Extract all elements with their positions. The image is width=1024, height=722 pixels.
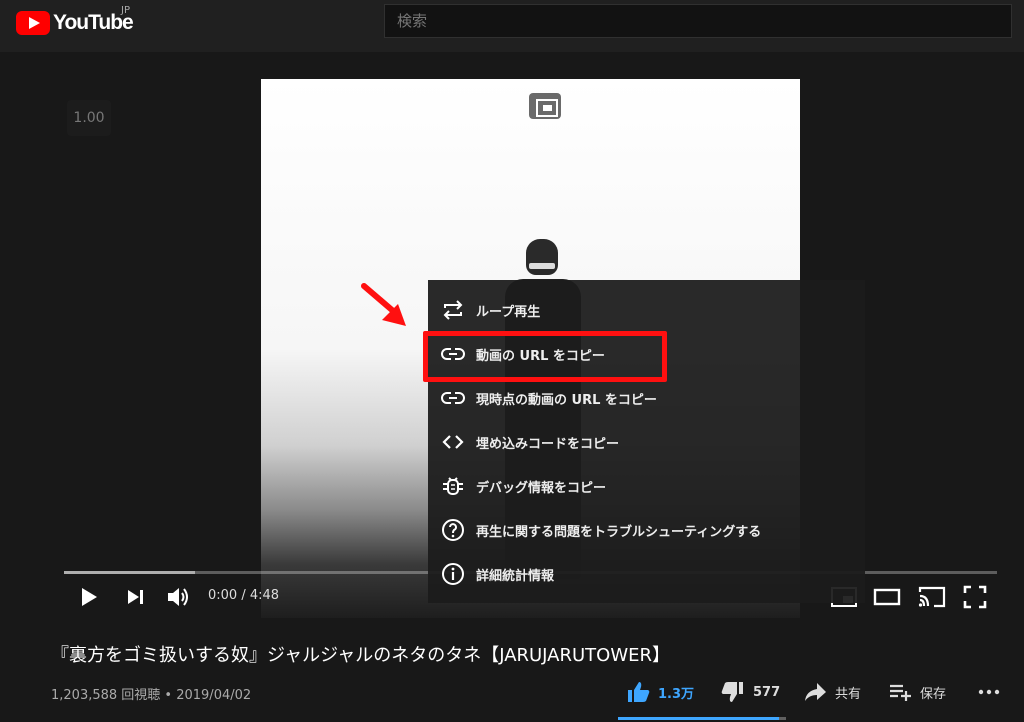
dislike-button[interactable]: 577 xyxy=(719,680,780,704)
loop-icon xyxy=(443,300,463,320)
thumbs-up-icon xyxy=(628,682,650,702)
share-button[interactable]: 共有 xyxy=(803,680,861,704)
help-icon xyxy=(442,519,464,541)
progress-buffered xyxy=(64,571,195,574)
link-icon xyxy=(441,348,465,360)
theater-icon[interactable] xyxy=(873,587,901,607)
region-code: JP xyxy=(121,5,130,16)
save-button[interactable]: 保存 xyxy=(888,680,946,704)
link-icon xyxy=(441,392,465,404)
volume-icon[interactable] xyxy=(166,585,192,609)
dislike-count: 577 xyxy=(753,684,781,700)
save-label: 保存 xyxy=(920,686,947,702)
playlist-add-icon xyxy=(890,684,911,701)
code-icon xyxy=(442,435,464,449)
menu-item-label: ループ再生 xyxy=(476,304,541,320)
bug-icon xyxy=(443,477,463,495)
fullscreen-icon[interactable] xyxy=(963,585,987,609)
menu-item-troubleshoot[interactable]: 再生に関する問題をトラブルシューティングする xyxy=(428,508,865,552)
performer-head xyxy=(526,239,558,275)
menu-item-stats[interactable]: 詳細統計情報 xyxy=(428,552,865,596)
like-button[interactable]: 1.3万 xyxy=(626,680,694,704)
menu-item-label: 動画の URL をコピー xyxy=(476,348,605,364)
next-icon[interactable] xyxy=(126,588,146,606)
menu-item-copy-url-at-time[interactable]: 現時点の動画の URL をコピー xyxy=(428,376,865,420)
search-input[interactable] xyxy=(384,4,1012,38)
video-title: 『裏方をゴミ扱いする奴』ジャルジャルのネタのタネ【JARUJARUTOWER】 xyxy=(51,645,671,666)
cast-icon[interactable] xyxy=(917,585,947,609)
picture-in-picture-icon[interactable] xyxy=(529,93,561,119)
youtube-play-icon xyxy=(16,11,50,35)
menu-item-copy-url[interactable]: 動画の URL をコピー xyxy=(428,332,865,376)
share-icon xyxy=(805,683,826,701)
masthead: YouTube JP xyxy=(0,0,1024,52)
more-actions-button[interactable] xyxy=(978,680,1000,704)
menu-item-label: 詳細統計情報 xyxy=(476,568,555,584)
menu-item-label: 再生に関する問題をトラブルシューティングする xyxy=(476,524,762,540)
play-icon[interactable] xyxy=(78,586,100,608)
info-icon xyxy=(442,563,464,585)
menu-item-copy-embed[interactable]: 埋め込みコードをコピー xyxy=(428,420,865,464)
menu-item-label: デバッグ情報をコピー xyxy=(476,480,607,496)
like-ratio-fill xyxy=(618,717,780,720)
menu-item-label: 埋め込みコードをコピー xyxy=(476,436,620,452)
annotation-arrow-icon xyxy=(361,283,406,326)
youtube-logo[interactable]: YouTube xyxy=(16,11,134,35)
context-menu: ループ再生 動画の URL をコピー 現時点の動画の URL をコピー 埋め込み… xyxy=(428,280,865,603)
menu-item-copy-debug[interactable]: デバッグ情報をコピー xyxy=(428,464,865,508)
time-display: 0:00 / 4:48 xyxy=(208,588,280,603)
like-count: 1.3万 xyxy=(658,686,695,702)
menu-item-loop[interactable]: ループ再生 xyxy=(428,288,865,332)
playback-speed-badge: 1.00 xyxy=(67,100,111,136)
share-label: 共有 xyxy=(835,686,862,702)
like-ratio-bar xyxy=(618,717,786,720)
more-horizontal-icon xyxy=(978,689,1000,695)
view-count-date: 1,203,588 回視聴 • 2019/04/02 xyxy=(51,688,252,703)
performer-glasses xyxy=(529,263,555,269)
menu-item-label: 現時点の動画の URL をコピー xyxy=(476,392,657,408)
thumbs-down-icon xyxy=(721,682,743,702)
